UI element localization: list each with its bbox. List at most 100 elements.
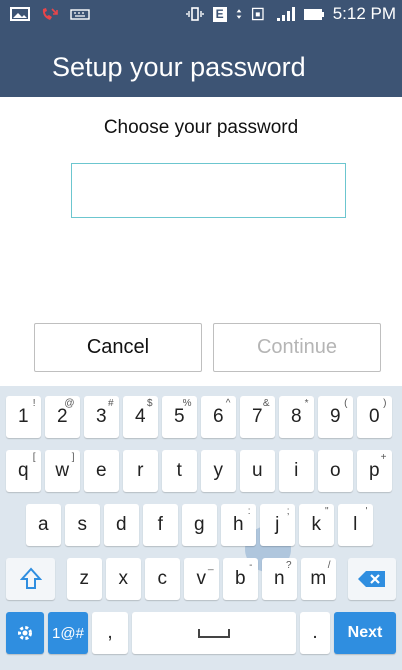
key-m[interactable]: m / [301,558,336,600]
key-u[interactable]: u [240,450,275,492]
key-r[interactable]: r [123,450,158,492]
key-s[interactable]: s [65,504,100,546]
prompt-text: Choose your password [103,117,299,138]
key-f[interactable]: f [143,504,178,546]
key-label: 1 [17,406,29,427]
key-label: 9 [329,406,341,427]
key-hint: * [304,398,309,409]
key-5[interactable]: 5% [162,396,197,438]
key-e[interactable]: e [84,450,119,492]
key-k[interactable]: k " [299,504,334,546]
key-w[interactable]: w] [45,450,80,492]
key-z[interactable]: z [67,558,102,600]
key-label: x [118,568,129,589]
key-label: k [311,514,322,535]
key-n[interactable]: n? [262,558,297,600]
key-label: h [232,514,244,535]
key-hint: : [247,506,251,517]
key-3[interactable]: 3 # [84,396,119,438]
key-9[interactable]: 9( [318,396,353,438]
key-hint: ! [32,398,36,409]
key-6[interactable]: 6 ^ [201,396,236,438]
key-l[interactable]: l ' [338,504,373,546]
key-label: c [157,568,168,589]
key-hint: / [327,560,331,571]
key-o[interactable]: o [318,450,353,492]
key-label: 8 [290,406,302,427]
content-area: Choose your password Cancel Continue [0,97,402,387]
symbols-key[interactable]: 1@# [48,612,88,654]
signal-icon [276,7,295,21]
key-p[interactable]: p + [357,450,392,492]
key-d[interactable]: d [104,504,139,546]
password-field[interactable] [71,163,346,218]
key-h[interactable]: h: [221,504,256,546]
key-0[interactable]: 0) [357,396,392,438]
sim-icon [251,7,264,21]
key-7[interactable]: 7 & [240,396,275,438]
key-4[interactable]: 4 $ [123,396,158,438]
key-label: n [273,568,285,589]
key-label: u [251,460,263,481]
key-q[interactable]: q[ [6,450,41,492]
key-a[interactable]: a [26,504,61,546]
key-label: i [294,460,299,481]
key-label: j [275,514,280,535]
key-b[interactable]: b- [223,558,258,600]
key-label: r [137,460,144,481]
key-hint: ) [383,398,387,409]
missed-call-icon [42,8,58,20]
battery-icon [303,9,324,20]
key-j[interactable]: j; [260,504,295,546]
key-t[interactable]: t [162,450,197,492]
settings-key[interactable] [6,612,44,654]
shift-key[interactable] [6,558,55,600]
key-i[interactable]: i [279,450,314,492]
comma-key[interactable]: , [92,612,128,654]
key-label: 3 [95,406,107,427]
key-hint: ? [285,560,292,571]
app-bar-title: Setup your password [52,52,306,82]
key-y[interactable]: y [201,450,236,492]
key-hint: $ [146,398,153,409]
key-hint: ' [365,506,368,517]
key-hint: ] [71,452,75,463]
space-icon [198,629,230,638]
key-label: l [353,514,358,535]
key-1[interactable]: 1! [6,396,41,438]
next-key[interactable]: Next [334,612,396,654]
key-2[interactable]: 2 @ [45,396,80,438]
key-8[interactable]: 8 * [279,396,314,438]
key-label: f [157,514,163,535]
cancel-button[interactable]: Cancel [34,323,202,372]
key-label: 0 [368,406,380,427]
key-v[interactable]: v _ [184,558,219,600]
key-label: m [310,568,327,589]
space-bar[interactable] [132,612,296,654]
key-hint: _ [207,560,214,571]
key-g[interactable]: g [182,504,217,546]
continue-button[interactable]: Continue [213,323,381,372]
period-key[interactable]: . [300,612,330,654]
key-label: o [329,460,341,481]
key-label: y [213,460,224,481]
data-transfer-icon [236,9,242,19]
key-label: q [17,460,29,481]
key-label: a [37,514,49,535]
key-label: 6 [212,406,224,427]
key-hint: % [182,398,192,409]
keyboard-icon [70,9,90,20]
key-hint: # [107,398,114,409]
key-label: g [193,514,205,535]
key-label: b [234,568,246,589]
backspace-key[interactable] [348,558,396,600]
key-hint: ( [344,398,348,409]
key-label: v [196,568,207,589]
key-x[interactable]: x [106,558,141,600]
status-time: 5:12 PM [332,4,396,23]
key-c[interactable]: c [145,558,180,600]
key-hint: ^ [225,398,231,409]
key-label: t [176,460,182,481]
gear-icon [18,626,32,640]
key-label: 7 [251,406,263,427]
